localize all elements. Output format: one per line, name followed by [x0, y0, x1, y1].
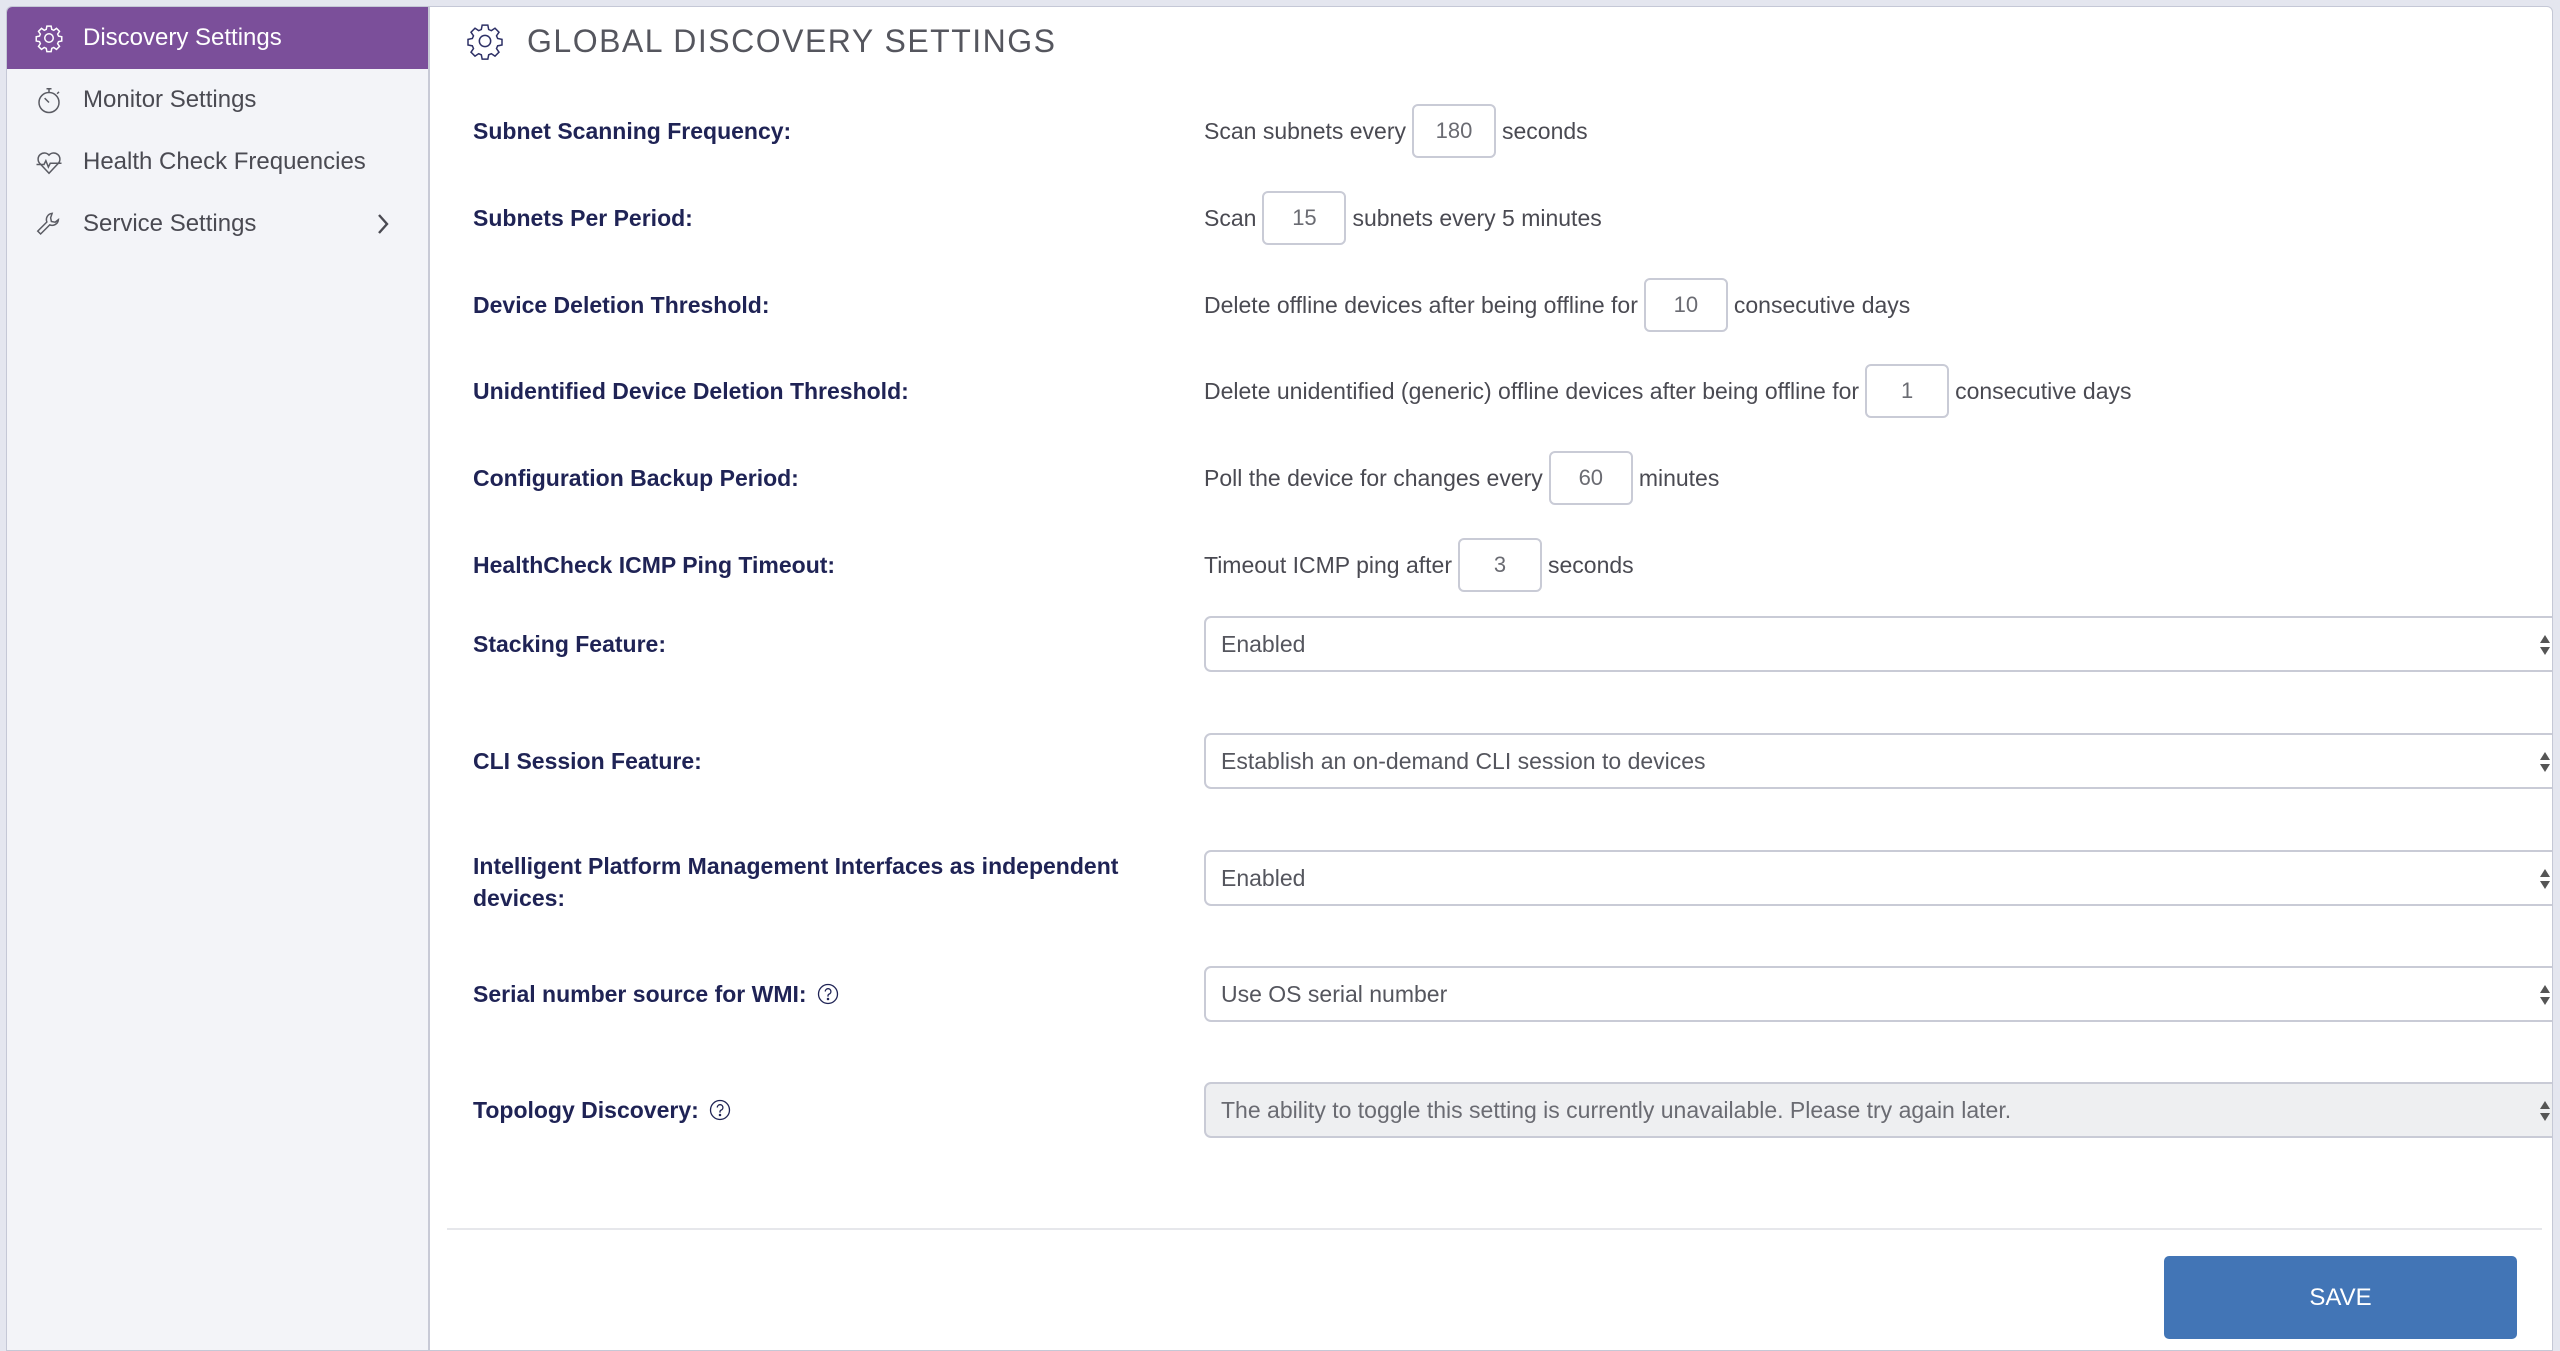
- setting-row-device-deletion-threshold: Device Deletion Threshold: Delete offlin…: [473, 277, 2552, 333]
- setting-label: Device Deletion Threshold:: [473, 292, 770, 318]
- unidentified-device-deletion-threshold-input[interactable]: [1865, 364, 1950, 418]
- selected-value: Use OS serial number: [1221, 980, 1448, 1007]
- suffix-text: subnets every 5 minutes: [1352, 204, 1602, 231]
- setting-label: Subnet Scanning Frequency:: [473, 118, 792, 144]
- topology-discovery-select[interactable]: The ability to toggle this setting is cu…: [1204, 1082, 2552, 1138]
- sidebar-item-label: Monitor Settings: [83, 86, 257, 113]
- prefix-text: Timeout ICMP ping after: [1204, 551, 1452, 578]
- select-arrows-icon: [2540, 985, 2550, 1005]
- select-arrows-icon: [2540, 635, 2550, 655]
- subnets-per-period-input[interactable]: [1262, 191, 1347, 245]
- setting-row-healthcheck-icmp-ping-timeout: HealthCheck ICMP Ping Timeout: Timeout I…: [473, 537, 2552, 593]
- serial-number-source-wmi-select[interactable]: Use OS serial number: [1204, 966, 2552, 1022]
- setting-control: Poll the device for changes every minute…: [1204, 450, 1719, 506]
- setting-row-serial-number-source-wmi: Serial number source for WMI: Use OS ser…: [473, 966, 2552, 1022]
- setting-control: Scan subnets every seconds: [1204, 103, 1588, 159]
- sidebar-item-discovery-settings[interactable]: Discovery Settings: [7, 7, 428, 69]
- save-button[interactable]: SAVE: [2164, 1256, 2517, 1339]
- sidebar-item-service-settings[interactable]: Service Settings: [7, 193, 428, 255]
- ipmi-independent-devices-select[interactable]: Enabled: [1204, 850, 2552, 906]
- prefix-text: Delete offline devices after being offli…: [1204, 291, 1638, 318]
- setting-label: Serial number source for WMI:: [473, 981, 807, 1007]
- select-arrows-icon: [2540, 1101, 2550, 1121]
- suffix-text: minutes: [1638, 464, 1720, 491]
- sidebar-item-label: Service Settings: [83, 210, 257, 237]
- page-header: GLOBAL DISCOVERY SETTINGS: [465, 21, 1057, 61]
- setting-label-wrap: Serial number source for WMI:: [473, 978, 1153, 1010]
- setting-row-topology-discovery: Topology Discovery: The ability to toggl…: [473, 1082, 2552, 1138]
- main-panel: GLOBAL DISCOVERY SETTINGS Subnet Scannin…: [430, 7, 2552, 1350]
- footer-divider: [447, 1228, 2542, 1230]
- sidebar-item-monitor-settings[interactable]: Monitor Settings: [7, 69, 428, 131]
- sidebar-item-label: Health Check Frequencies: [83, 148, 366, 175]
- prefix-text: Scan: [1204, 204, 1257, 231]
- setting-control: Delete offline devices after being offli…: [1204, 277, 1910, 333]
- help-icon[interactable]: [709, 1099, 731, 1121]
- subnet-scan-frequency-input[interactable]: [1412, 104, 1497, 158]
- setting-control: Delete unidentified (generic) offline de…: [1204, 363, 2132, 419]
- prefix-text: Scan subnets every: [1204, 117, 1407, 144]
- sidebar-item-health-check-frequencies[interactable]: Health Check Frequencies: [7, 131, 428, 193]
- setting-label: CLI Session Feature:: [473, 748, 702, 774]
- setting-row-stacking-feature: Stacking Feature: Enabled: [473, 616, 2552, 672]
- page-title: GLOBAL DISCOVERY SETTINGS: [527, 22, 1057, 59]
- sidebar-item-label: Discovery Settings: [83, 24, 282, 51]
- cli-session-feature-select[interactable]: Establish an on-demand CLI session to de…: [1204, 733, 2552, 789]
- setting-label: Subnets Per Period:: [473, 205, 693, 231]
- suffix-text: seconds: [1502, 117, 1588, 144]
- setting-label-wrap: Topology Discovery:: [473, 1094, 1153, 1126]
- setting-row-unidentified-device-deletion-threshold: Unidentified Device Deletion Threshold: …: [473, 363, 2552, 419]
- stacking-feature-select[interactable]: Enabled: [1204, 616, 2552, 672]
- setting-label: Intelligent Platform Management Interfac…: [473, 853, 1119, 911]
- setting-label: Topology Discovery:: [473, 1097, 699, 1123]
- setting-control: Timeout ICMP ping after seconds: [1204, 537, 1634, 593]
- device-deletion-threshold-input[interactable]: [1643, 278, 1728, 332]
- prefix-text: Poll the device for changes every: [1204, 464, 1543, 491]
- setting-label: HealthCheck ICMP Ping Timeout:: [473, 552, 836, 578]
- suffix-text: consecutive days: [1733, 291, 1911, 318]
- prefix-text: Delete unidentified (generic) offline de…: [1204, 377, 1860, 404]
- settings-card: Discovery Settings Monitor Settings Heal…: [6, 6, 2553, 1351]
- configuration-backup-period-input[interactable]: [1548, 451, 1633, 505]
- help-icon[interactable]: [817, 983, 839, 1005]
- gear-icon: [33, 22, 65, 54]
- setting-row-subnet-scanning-frequency: Subnet Scanning Frequency: Scan subnets …: [473, 103, 2552, 159]
- setting-row-configuration-backup-period: Configuration Backup Period: Poll the de…: [473, 450, 2552, 506]
- chevron-right-icon: [378, 214, 389, 234]
- setting-label: Stacking Feature:: [473, 631, 666, 657]
- setting-row-ipmi-independent-devices: Intelligent Platform Management Interfac…: [473, 850, 2552, 914]
- select-arrows-icon: [2540, 869, 2550, 889]
- wrench-icon: [33, 208, 65, 240]
- setting-control: Scan subnets every 5 minutes: [1204, 190, 1602, 246]
- selected-value: The ability to toggle this setting is cu…: [1221, 1096, 2012, 1123]
- setting-row-cli-session-feature: CLI Session Feature: Establish an on-dem…: [473, 733, 2552, 789]
- selected-value: Enabled: [1221, 630, 1306, 657]
- selected-value: Enabled: [1221, 864, 1306, 891]
- gear-icon: [467, 24, 503, 60]
- select-arrows-icon: [2540, 752, 2550, 772]
- stopwatch-icon: [33, 84, 65, 116]
- icmp-ping-timeout-input[interactable]: [1458, 538, 1542, 592]
- setting-label: Configuration Backup Period:: [473, 465, 799, 491]
- setting-row-subnets-per-period: Subnets Per Period: Scan subnets every 5…: [473, 190, 2552, 246]
- selected-value: Establish an on-demand CLI session to de…: [1221, 747, 1706, 774]
- suffix-text: seconds: [1548, 551, 1634, 578]
- heartbeat-icon: [33, 146, 65, 178]
- sidebar: Discovery Settings Monitor Settings Heal…: [7, 7, 430, 1350]
- setting-label: Unidentified Device Deletion Threshold:: [473, 378, 909, 404]
- suffix-text: consecutive days: [1955, 377, 2132, 404]
